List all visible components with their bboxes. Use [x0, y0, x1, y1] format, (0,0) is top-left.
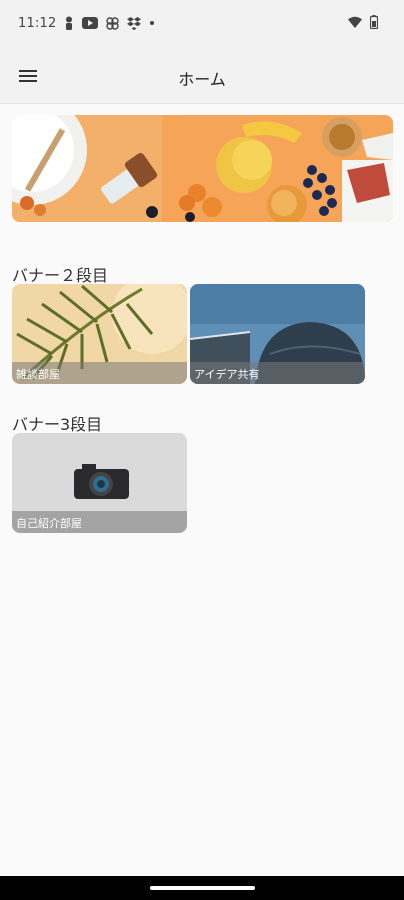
- card-label: 雑談部屋: [16, 368, 60, 381]
- wifi-icon: [348, 16, 362, 28]
- hero-banner[interactable]: [12, 115, 393, 222]
- card-caption: 雑談部屋: [12, 362, 187, 384]
- system-navigation-bar: [0, 876, 404, 900]
- section-title-banner-3: バナー3段目: [12, 415, 103, 434]
- card-label: 自己紹介部屋: [16, 517, 82, 530]
- status-bar: 11:12: [0, 0, 404, 48]
- card-label: アイデア共有: [194, 368, 260, 381]
- status-time: 11:12: [18, 16, 57, 31]
- status-system-icons: [348, 15, 378, 29]
- card-self-introduction[interactable]: 自己紹介部屋: [12, 433, 187, 533]
- card-caption: アイデア共有: [190, 362, 365, 384]
- card-chat-room[interactable]: 雑談部屋: [12, 284, 187, 384]
- battery-icon: [370, 15, 378, 29]
- section-title-banner-2: バナー２段目: [12, 266, 109, 285]
- person-icon: [66, 16, 72, 30]
- home-indicator[interactable]: [150, 886, 255, 890]
- app-bar: ホーム: [0, 48, 404, 104]
- status-notification-icons: [64, 16, 155, 30]
- card-caption: 自己紹介部屋: [12, 511, 187, 533]
- youtube-icon: [82, 17, 98, 29]
- dropbox-icon: [127, 16, 141, 30]
- pinwheel-icon: [106, 16, 119, 30]
- dot-icon: [150, 21, 154, 25]
- food-flatlay-image: [12, 115, 393, 222]
- card-idea-sharing[interactable]: アイデア共有: [190, 284, 365, 384]
- page-title: ホーム: [178, 70, 226, 89]
